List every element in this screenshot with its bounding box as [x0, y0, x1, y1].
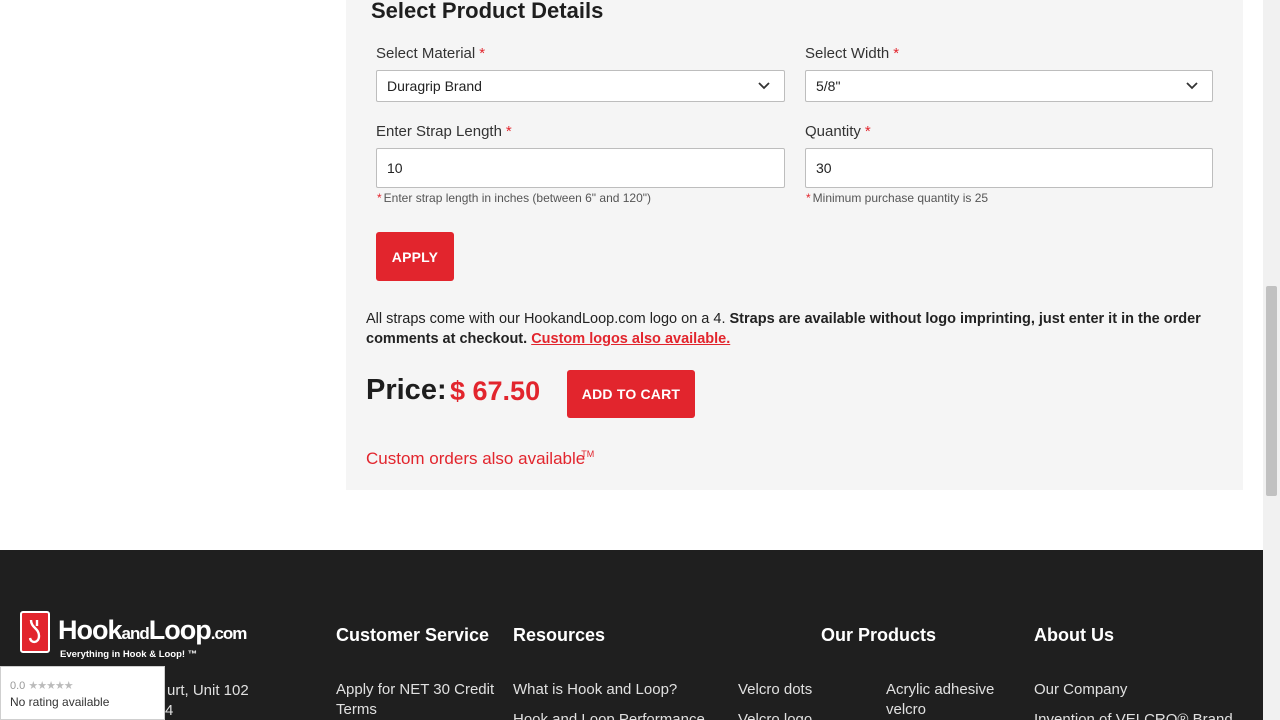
footer-link-net30[interactable]: Apply for NET 30 Credit Terms [336, 680, 506, 720]
footer-link-performance[interactable]: Hook and Loop Performance [513, 710, 705, 720]
footer-address-line: 4 [165, 702, 174, 719]
rating-text: No rating available [10, 695, 110, 709]
rating-score: 0.0 ★★★★★ [10, 680, 74, 692]
logo-wordmark: HookandLoop.com [58, 615, 247, 645]
logo-note: All straps come with our HookandLoop.com… [366, 311, 1201, 347]
footer-heading-resources: Resources [513, 625, 606, 645]
hook-logo-icon [20, 611, 50, 653]
hook-icon [28, 619, 41, 644]
logo-tagline: Everything in Hook & Loop! ™ [60, 649, 198, 660]
add-to-cart-button[interactable]: ADD TO CART [567, 370, 695, 418]
required-mark: * [864, 123, 871, 140]
star-rating-icon: ★★★★★ [28, 680, 73, 692]
footer-address-line: urt, Unit 102 [167, 682, 249, 699]
quantity-hint: * Minimum purchase quantity is 25 [806, 191, 989, 205]
custom-orders-text[interactable]: Custom orders also availableTM [366, 449, 594, 469]
price-value: $ 67.50 [450, 376, 541, 406]
footer-heading-about-us: About Us [1034, 625, 1114, 645]
price-label: Price: [366, 374, 447, 406]
material-label: Select Material * [376, 45, 486, 62]
apply-button[interactable]: APPLY [376, 232, 454, 281]
quantity-input[interactable] [805, 148, 1213, 188]
strap-length-label: Enter Strap Length * [376, 123, 512, 140]
quantity-label: Quantity * [805, 123, 871, 140]
required-mark: * [893, 45, 900, 62]
page-scrollbar-thumb[interactable] [1266, 286, 1277, 496]
rating-widget[interactable]: 0.0 ★★★★★ No rating available [0, 666, 165, 720]
footer-heading-our-products: Our Products [821, 625, 937, 645]
material-select-value: Duragrip Brand [387, 78, 482, 94]
trademark-mark: TM [581, 449, 595, 460]
width-select-value: 5/8" [816, 78, 841, 94]
footer-link-what-is-hook-and-loop[interactable]: What is Hook and Loop? [513, 680, 677, 700]
chevron-down-icon [1186, 82, 1198, 90]
custom-logos-link[interactable]: Custom logos also available. [531, 331, 730, 347]
section-title: Select Product Details [371, 0, 604, 23]
width-label: Select Width * [805, 45, 900, 62]
strap-length-hint: * Enter strap length in inches (between 6… [377, 191, 652, 205]
footer-link-velcro-logo[interactable]: Velcro logo [738, 710, 812, 720]
footer-logo[interactable]: HookandLoop.com Everything in Hook & Loo… [20, 611, 270, 661]
footer-link-acrylic-adhesive[interactable]: Acrylic adhesive velcro [886, 680, 1016, 720]
material-select[interactable]: Duragrip Brand [376, 70, 785, 102]
required-mark: * [479, 45, 486, 62]
footer-heading-customer-service: Customer Service [336, 625, 490, 645]
width-select[interactable]: 5/8" [805, 70, 1213, 102]
footer-link-velcro-dots[interactable]: Velcro dots [738, 680, 812, 700]
chevron-down-icon [758, 82, 770, 90]
footer-link-our-company[interactable]: Our Company [1034, 680, 1127, 700]
strap-length-input[interactable] [376, 148, 785, 188]
required-mark: * [505, 123, 512, 140]
footer-link-invention[interactable]: Invention of VELCRO® Brand [1034, 710, 1233, 720]
